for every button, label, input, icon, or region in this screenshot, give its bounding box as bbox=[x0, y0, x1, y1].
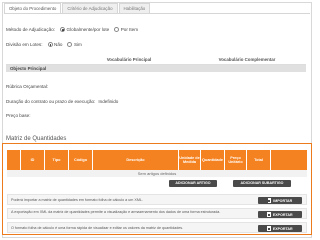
duracao-row: Duração do contrato ou prazo de execução… bbox=[6, 99, 118, 104]
adjudicacao-item-radio[interactable]: Por Item bbox=[114, 27, 138, 32]
matriz-header: ID Tipo Código Descrição Unidade de Medi… bbox=[7, 150, 307, 170]
matriz-empty-message: Sem artigos definidos bbox=[7, 170, 307, 177]
matriz-col-codigo: Código bbox=[69, 150, 93, 170]
vocab-complementar-header: Vocabulário Complementar bbox=[188, 56, 306, 65]
matriz-col-quantidade: Quantidade bbox=[201, 150, 225, 170]
export-sheet-button[interactable]: EXPORTAR bbox=[258, 225, 302, 232]
import-button[interactable]: IMPORTAR bbox=[258, 197, 302, 204]
lotes-nao-radio[interactable]: Não bbox=[47, 42, 63, 47]
export-sheet-row: O formato folha de cálculo é uma forma r… bbox=[7, 222, 307, 233]
adjudicacao-row: Método de Adjudicação: Globalmente/por l… bbox=[6, 27, 138, 32]
duracao-label: Duração do contrato ou prazo de execução… bbox=[6, 99, 96, 104]
lotes-label: Divisão em Lotes: bbox=[6, 42, 43, 47]
tab-objeto[interactable]: Objeto do Procedimento bbox=[4, 3, 62, 13]
radio-checked-icon[interactable] bbox=[47, 42, 53, 47]
lotes-row: Divisão em Lotes: Não Sim bbox=[6, 42, 82, 47]
matriz-col-id: ID bbox=[21, 150, 45, 170]
export-xml-row: A exportação em XML da matriz de quantid… bbox=[7, 208, 307, 219]
lotes-sim-label: Sim bbox=[73, 42, 82, 47]
preco-row: Preço base: bbox=[6, 113, 31, 118]
radio-unchecked-icon[interactable] bbox=[67, 42, 73, 47]
matriz-col-descricao: Descrição bbox=[93, 150, 179, 170]
preco-label: Preço base: bbox=[6, 113, 31, 118]
vocabulario-table: Vocabulário Principal Vocabulário Comple… bbox=[6, 56, 306, 72]
matriz-actions-col bbox=[271, 150, 307, 170]
matriz-col-total: Total bbox=[247, 150, 271, 170]
import-row: Poderá importar a matriz de quantidades … bbox=[7, 194, 307, 205]
export-xml-button-label: EXPORTAR bbox=[272, 212, 293, 217]
matriz-select-col bbox=[7, 150, 21, 170]
radio-unchecked-icon[interactable] bbox=[114, 27, 120, 32]
tab-bar: Objeto do Procedimento Critério de Adjud… bbox=[4, 3, 151, 13]
adjudicacao-global-radio[interactable]: Globalmente/por lote bbox=[60, 27, 109, 32]
document-icon bbox=[267, 212, 271, 217]
document-icon bbox=[267, 226, 271, 231]
orcamental-label: Rúbrica Orçamental: bbox=[6, 84, 49, 89]
vocab-blank-header bbox=[6, 56, 70, 65]
vocab-complementar-cell bbox=[188, 64, 306, 72]
add-item-button[interactable]: ADICIONAR ARTIGO bbox=[169, 180, 217, 187]
vocab-principal-header: Vocabulário Principal bbox=[70, 56, 188, 65]
adjudicacao-label: Método de Adjudicação: bbox=[6, 27, 56, 32]
orcamental-row: Rúbrica Orçamental: bbox=[6, 84, 48, 89]
duracao-value: Indefinido bbox=[98, 99, 119, 104]
radio-checked-icon[interactable] bbox=[60, 27, 66, 32]
export-sheet-text: O formato folha de cálculo é uma forma r… bbox=[11, 226, 184, 230]
matriz-panel: ID Tipo Código Descrição Unidade de Medi… bbox=[2, 143, 312, 235]
adjudicacao-global-label: Globalmente/por lote bbox=[66, 27, 110, 32]
tab-habilitacao[interactable]: Habilitação bbox=[118, 3, 151, 13]
matriz-col-tipo: Tipo bbox=[45, 150, 69, 170]
vocab-row-label: Objecto Principal bbox=[6, 64, 70, 72]
import-button-label: IMPORTAR bbox=[273, 198, 293, 203]
matriz-col-unidade: Unidade de Medida bbox=[179, 150, 201, 170]
export-xml-text: A exportação em XML da matriz de quantid… bbox=[11, 210, 221, 215]
tabs-divider bbox=[4, 13, 310, 14]
matriz-col-preco: Preço Unitário bbox=[225, 150, 247, 170]
lotes-sim-radio[interactable]: Sim bbox=[67, 42, 82, 47]
add-subitem-button[interactable]: ADICIONAR SUBARTIGO bbox=[233, 180, 291, 187]
import-text: Poderá importar a matriz de quantidades … bbox=[11, 198, 143, 202]
export-xml-button[interactable]: EXPORTAR bbox=[258, 211, 302, 218]
document-icon bbox=[267, 198, 272, 203]
tab-criterio[interactable]: Critério de Adjudicação bbox=[62, 3, 118, 13]
adjudicacao-item-label: Por Item bbox=[120, 27, 139, 32]
lotes-nao-label: Não bbox=[54, 42, 63, 47]
export-sheet-button-label: EXPORTAR bbox=[272, 226, 293, 231]
matriz-title: Matriz de Quantidades bbox=[6, 136, 67, 142]
vocab-principal-cell bbox=[70, 64, 188, 72]
